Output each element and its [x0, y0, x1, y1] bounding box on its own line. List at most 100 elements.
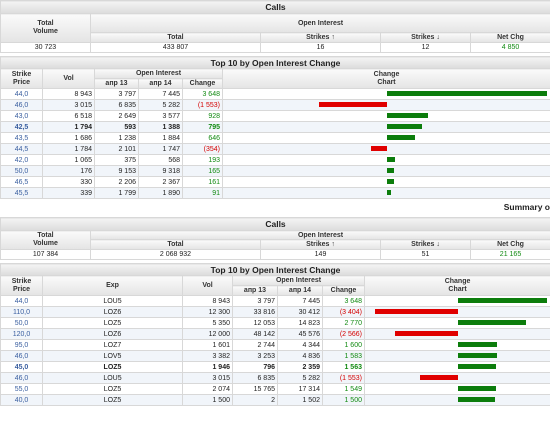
apr14-cell: 45 576 — [277, 328, 323, 340]
table-row: 46,0 3 015 6 835 5 282 (1 553) — [0, 99, 550, 111]
strike-cell[interactable]: 43,5 — [0, 132, 43, 144]
change-cell: 1 549 — [322, 383, 365, 395]
change-cell: (1 553) — [322, 372, 365, 384]
strikes-down-header[interactable]: Strikes ↓ — [380, 239, 471, 250]
table-row: 43,0 6 518 2 649 3 577 928 — [0, 110, 550, 122]
strike-cell[interactable]: 46,0 — [0, 99, 43, 111]
strike-cell[interactable]: 46,0 — [0, 350, 43, 362]
strike-cell[interactable]: 50,0 — [0, 165, 43, 177]
top10-rows-2: 44,0 LOU5 8 943 3 797 7 445 3 648 110,0 LOZ6 12 … — [0, 295, 550, 406]
apr14-cell: 568 — [138, 154, 183, 166]
vol-cell: 330 — [42, 176, 95, 188]
strikes-down-header[interactable]: Strikes ↓ — [380, 32, 471, 43]
positive-change-bar — [458, 386, 496, 391]
apr14-header: апр 14 — [138, 78, 183, 89]
change-chart-cell — [221, 88, 550, 100]
strike-cell[interactable]: 50,0 — [0, 317, 43, 329]
top10-table-1: Top 10 by Open Interest Change Strike Pr… — [0, 56, 550, 199]
table-row: 50,0 176 9 153 9 318 165 — [0, 165, 550, 177]
strikes-down-value: 12 — [380, 42, 471, 53]
negative-change-bar — [375, 309, 458, 314]
strikes-up-value: 16 — [260, 42, 381, 53]
apr14-cell: 3 577 — [138, 110, 183, 122]
strike-cell[interactable]: 40,0 — [0, 394, 43, 406]
apr13-cell: 2 — [232, 394, 278, 406]
change-chart-cell — [221, 121, 550, 133]
vol-cell: 12 300 — [182, 306, 233, 318]
vol-cell: 3 015 — [42, 99, 95, 111]
strike-cell[interactable]: 44,0 — [0, 88, 43, 100]
negative-change-bar — [371, 146, 387, 151]
vol-cell: 1 500 — [182, 394, 233, 406]
top10-rows-1: 44,0 8 943 3 797 7 445 3 648 46,0 3 015 6 835 5 … — [0, 88, 550, 199]
net-chg-value: 21 165 — [469, 249, 550, 260]
strike-cell[interactable]: 42,5 — [0, 121, 43, 133]
change-cell: 1 600 — [322, 339, 365, 351]
strike-price-header: Strike Price — [0, 68, 43, 89]
apr14-cell: 4 344 — [277, 339, 323, 351]
apr14-cell: 1 388 — [138, 121, 183, 133]
positive-change-bar — [387, 135, 415, 140]
change-cell: 91 — [182, 187, 223, 199]
strikes-up-value: 149 — [260, 249, 381, 260]
strike-cell[interactable]: 46,5 — [0, 176, 43, 188]
apr13-cell: 2 101 — [94, 143, 139, 155]
change-chart-cell — [221, 154, 550, 166]
apr13-cell: 2 649 — [94, 110, 139, 122]
apr13-cell: 12 053 — [232, 317, 278, 329]
strike-cell[interactable]: 45,0 — [0, 361, 43, 373]
change-cell: 1 583 — [322, 350, 365, 362]
strike-cell[interactable]: 120,0 — [0, 328, 43, 340]
strikes-up-header[interactable]: Strikes ↑ — [260, 32, 381, 43]
apr14-cell: 1 884 — [138, 132, 183, 144]
strikes-up-header[interactable]: Strikes ↑ — [260, 239, 381, 250]
vol-cell: 12 000 — [182, 328, 233, 340]
apr13-cell: 33 816 — [232, 306, 278, 318]
vol-cell: 1 601 — [182, 339, 233, 351]
strike-cell[interactable]: 46,0 — [0, 372, 43, 384]
vol-cell: 1 946 — [182, 361, 233, 373]
apr13-cell: 3 797 — [232, 295, 278, 307]
change-chart-cell — [363, 361, 550, 373]
exp-cell: LOU5 — [42, 295, 183, 307]
strike-cell[interactable]: 43,0 — [0, 110, 43, 122]
apr13-cell: 375 — [94, 154, 139, 166]
strike-cell[interactable]: 95,0 — [0, 339, 43, 351]
total-value: 2 068 932 — [90, 249, 261, 260]
total-volume-value: 107 384 — [0, 249, 91, 260]
vol-cell: 8 943 — [182, 295, 233, 307]
strikes-down-value: 51 — [380, 249, 471, 260]
apr13-cell: 796 — [232, 361, 278, 373]
top10-title: Top 10 by Open Interest Change — [0, 56, 550, 69]
strike-cell[interactable]: 44,0 — [0, 295, 43, 307]
vol-cell: 3 015 — [182, 372, 233, 384]
strike-cell[interactable]: 55,0 — [0, 383, 43, 395]
net-chg-value: 4 850 — [469, 42, 550, 53]
open-interest-header: Open Interest — [89, 13, 550, 33]
table-row: 44,0 8 943 3 797 7 445 3 648 — [0, 88, 550, 100]
strike-cell[interactable]: 110,0 — [0, 306, 43, 318]
vol-cell: 3 382 — [182, 350, 233, 362]
change-cell: (3 404) — [322, 306, 365, 318]
total-header: Total — [90, 32, 261, 43]
apr13-cell: 6 835 — [94, 99, 139, 111]
open-interest-header: Open Interest — [94, 68, 223, 79]
positive-change-bar — [387, 157, 395, 162]
apr13-cell: 1 238 — [94, 132, 139, 144]
positive-change-bar — [387, 124, 422, 129]
negative-change-bar — [319, 102, 387, 107]
strike-cell[interactable]: 42,0 — [0, 154, 43, 166]
strike-cell[interactable]: 45,5 — [0, 187, 43, 199]
change-chart-cell — [221, 165, 550, 177]
change-cell: 3 648 — [322, 295, 365, 307]
change-chart-cell — [221, 132, 550, 144]
change-chart-cell — [363, 350, 550, 362]
net-chg-header: Net Chg — [469, 239, 550, 250]
change-chart-cell — [221, 99, 550, 111]
change-header: Change — [182, 78, 223, 89]
positive-change-bar — [387, 190, 391, 195]
top10-table-2: Top 10 by Open Interest Change Strike Pr… — [0, 263, 550, 406]
total-volume-header: Total Volume — [0, 230, 91, 250]
strike-cell[interactable]: 44,5 — [0, 143, 43, 155]
summary-heading: Summary o — [503, 202, 550, 212]
